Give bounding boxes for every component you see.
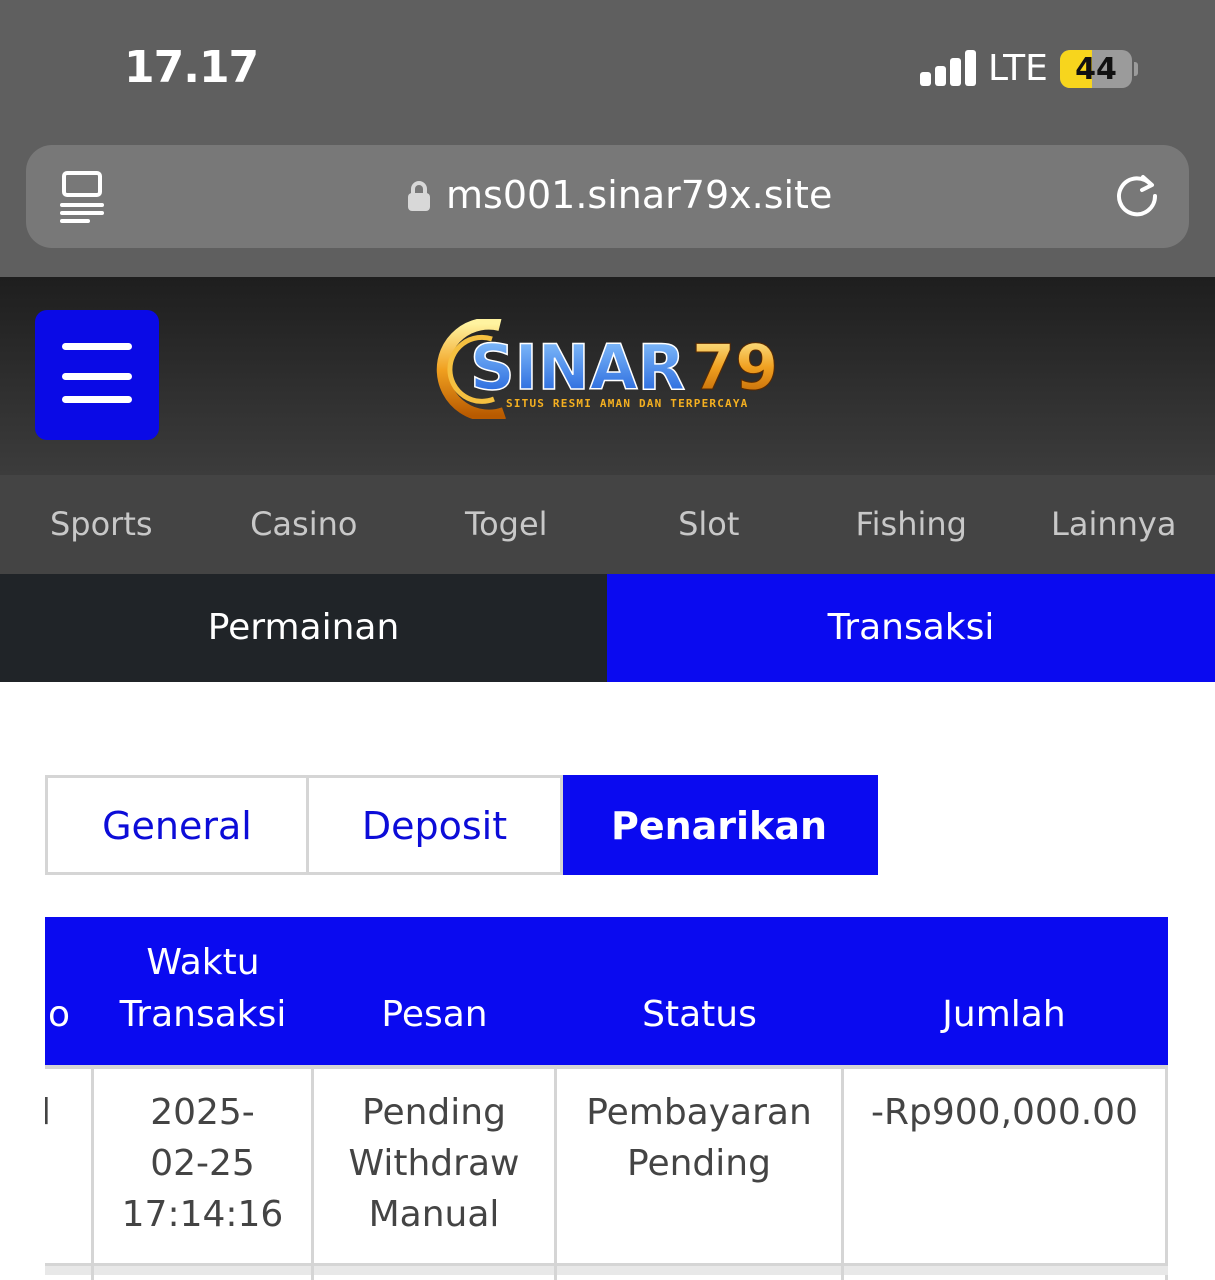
subtab-general[interactable]: General — [45, 775, 309, 875]
svg-text:SINAR: SINAR — [470, 331, 685, 404]
address-bar[interactable]: ms001.sinar79x.site — [26, 145, 1189, 248]
site-header: SINAR 79 SITUS RESMI AMAN DAN TERPERCAYA — [0, 277, 1215, 475]
table-header: o Waktu Transaksi Pesan Status Jumlah — [45, 917, 1168, 1065]
hamburger-menu-button[interactable] — [35, 310, 159, 440]
sinar79-logo[interactable]: SINAR 79 SITUS RESMI AMAN DAN TERPERCAYA — [430, 319, 790, 419]
status-bar: 17.17 LTE 44 — [0, 0, 1215, 140]
cell-no: l — [45, 1092, 52, 1133]
header-waktu-transaksi: Waktu Transaksi — [119, 942, 287, 1035]
lock-icon — [408, 181, 430, 211]
network-type: LTE — [988, 48, 1048, 89]
browser-toolbar: ms001.sinar79x.site — [0, 140, 1215, 277]
battery-tip — [1134, 62, 1138, 76]
status-time: 17.17 — [124, 42, 259, 93]
svg-text:79: 79 — [692, 331, 778, 404]
nav-item-togel[interactable]: Togel — [405, 475, 608, 574]
nav-item-casino[interactable]: Casino — [203, 475, 406, 574]
hamburger-menu-icon — [62, 343, 132, 350]
cell-status: Pembayaran Pending — [586, 1092, 812, 1184]
header-pesan: Pesan — [381, 994, 488, 1035]
nav-item-fishing[interactable]: Fishing — [810, 475, 1013, 574]
url-text[interactable]: ms001.sinar79x.site — [446, 173, 832, 217]
logo-tagline: SITUS RESMI AMAN DAN TERPERCAYA — [506, 397, 749, 410]
nav-item-slot[interactable]: Slot — [608, 475, 811, 574]
battery-icon: 44 — [1060, 50, 1132, 88]
nav-item-lainnya[interactable]: Lainnya — [1013, 475, 1215, 574]
subtab-penarikan[interactable]: Penarikan — [563, 775, 878, 875]
table-row: l 2025- 02-25 17:14:16 Pending Withdraw … — [45, 1065, 1168, 1280]
cell-jumlah: -Rp900,000.00 — [871, 1092, 1138, 1133]
transaction-type-tabs: General Deposit Penarikan — [45, 775, 878, 875]
header-no: o — [47, 994, 71, 1035]
tab-transaksi[interactable]: Transaksi — [607, 574, 1215, 682]
reload-icon[interactable] — [1112, 171, 1162, 221]
cell-waktu: 2025- 02-25 17:14:16 — [121, 1092, 284, 1235]
cellular-signal-icon — [920, 50, 978, 86]
nav-item-sports[interactable]: Sports — [0, 475, 203, 574]
battery-percent: 44 — [1075, 52, 1117, 87]
reader-mode-icon[interactable] — [60, 171, 106, 223]
tab-permainan[interactable]: Permainan — [0, 574, 607, 682]
header-jumlah: Jumlah — [942, 994, 1066, 1035]
transaction-table[interactable]: o Waktu Transaksi Pesan Status Jumlah l … — [45, 917, 1168, 1280]
subtab-deposit[interactable]: Deposit — [309, 775, 563, 875]
header-status: Status — [642, 994, 757, 1035]
history-tabs: Permainan Transaksi — [0, 574, 1215, 682]
cell-pesan: Pending Withdraw Manual — [348, 1092, 520, 1235]
category-nav: Sports Casino Togel Slot Fishing Lainnya — [0, 475, 1215, 574]
